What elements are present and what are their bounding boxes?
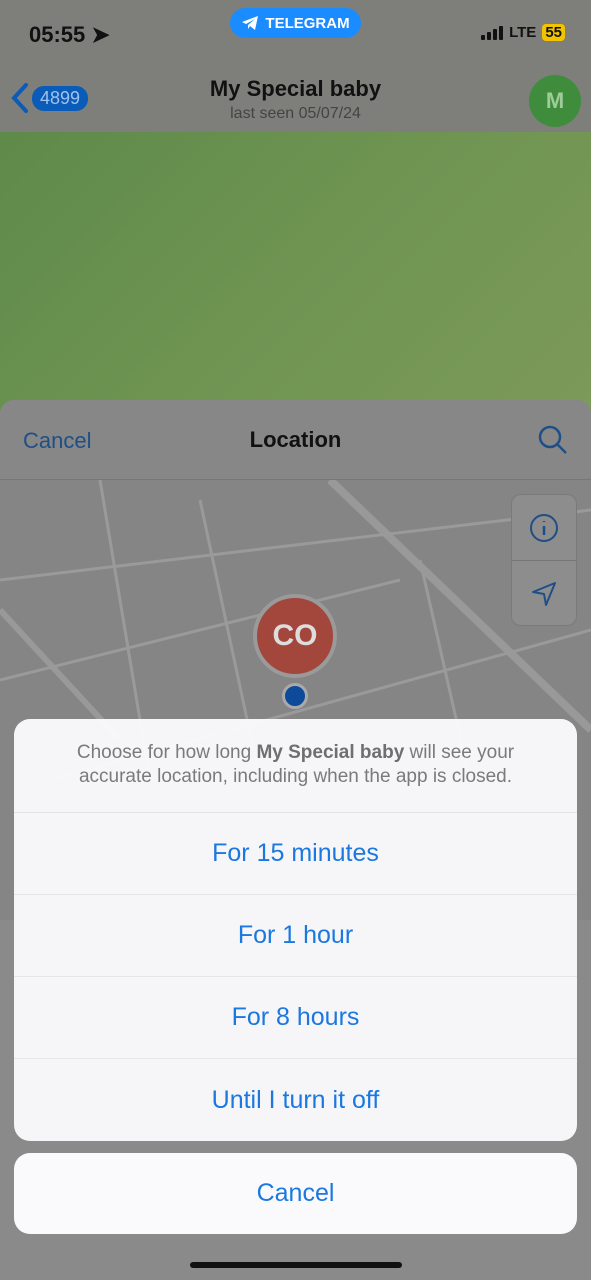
chat-wallpaper: [0, 132, 591, 412]
location-arrow-icon: ➤: [91, 22, 110, 47]
pill-label: TELEGRAM: [265, 14, 350, 32]
current-location-dot: [282, 683, 308, 709]
location-title: Location: [249, 427, 342, 452]
location-header: Cancel Location: [0, 400, 591, 480]
option-until-off[interactable]: Until I turn it off: [14, 1059, 577, 1141]
chat-header: 4899 My Special baby last seen 05/07/24 …: [0, 70, 591, 132]
avatar[interactable]: M: [529, 75, 581, 127]
time-text: 05:55: [29, 22, 86, 47]
status-icons: LTE 55: [481, 24, 565, 41]
telegram-icon: [242, 16, 259, 30]
telegram-pill[interactable]: TELEGRAM: [230, 8, 361, 38]
navigation-arrow-icon[interactable]: [512, 561, 576, 627]
battery-icon: 55: [542, 24, 565, 41]
message-prefix: Choose for how long: [76, 742, 257, 763]
option-8-hours[interactable]: For 8 hours: [14, 977, 577, 1059]
message-contact-name: My Special baby: [256, 742, 405, 763]
signal-icon: [481, 25, 504, 40]
option-15-minutes[interactable]: For 15 minutes: [14, 813, 577, 895]
option-1-hour[interactable]: For 1 hour: [14, 895, 577, 977]
map-controls: [511, 494, 577, 626]
home-indicator[interactable]: [190, 1262, 402, 1268]
network-label: LTE: [509, 24, 537, 41]
cancel-button[interactable]: Cancel: [14, 1153, 577, 1234]
share-duration-alert: Choose for how long My Special baby will…: [14, 719, 577, 1141]
info-icon[interactable]: [512, 495, 576, 561]
search-icon[interactable]: [537, 424, 569, 461]
last-seen: last seen 05/07/24: [230, 105, 361, 122]
status-bar: 05:55 ➤ TELEGRAM LTE 55: [0, 0, 591, 70]
clock: 05:55 ➤: [29, 22, 110, 48]
alert-message: Choose for how long My Special baby will…: [14, 719, 577, 813]
user-pin[interactable]: CO: [253, 594, 337, 678]
chat-title[interactable]: My Special baby: [0, 76, 591, 102]
